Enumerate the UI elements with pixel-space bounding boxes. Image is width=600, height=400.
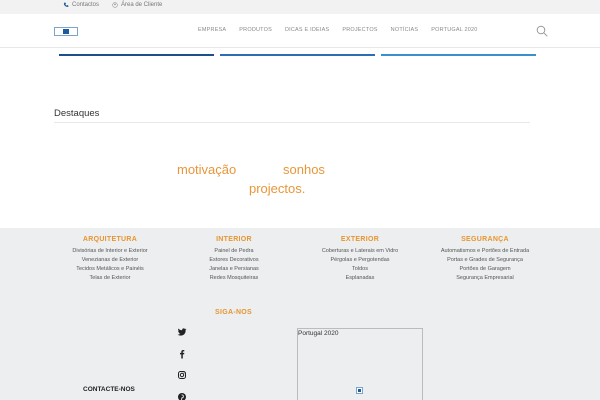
main-nav: EMPRESA PRODUTOS DICAS E IDEIAS PROJECTO…: [198, 27, 491, 33]
site-footer: ARQUITETURA Divisórias de Interior e Ext…: [0, 228, 600, 400]
feature-bar-2[interactable]: [220, 54, 375, 56]
contact-us-title: CONTACTE-NOS: [83, 386, 135, 393]
nav-item-portugal-2020[interactable]: PORTUGAL 2020: [431, 27, 477, 33]
search-icon[interactable]: [536, 25, 548, 37]
broken-image-icon: [63, 29, 69, 34]
contacts-link[interactable]: Contactos: [63, 2, 99, 8]
footer-link[interactable]: Portas e Grades de Segurança: [410, 256, 560, 265]
nav-item-dicas-e-ideias[interactable]: DICAS E IDEIAS: [285, 27, 329, 33]
slogan-word-sonhos: sonhos: [283, 162, 325, 177]
top-bar: Contactos Área de Cliente: [0, 0, 600, 14]
broken-image-icon: [356, 387, 363, 394]
feature-bars: [0, 54, 600, 57]
user-icon: [112, 2, 118, 8]
twitter-icon[interactable]: [177, 327, 187, 337]
footer-link[interactable]: Automatismos e Portões de Entrada: [410, 247, 560, 256]
pinterest-icon[interactable]: [177, 392, 187, 400]
contacts-link-label: Contactos: [72, 2, 100, 8]
client-area-link[interactable]: Área de Cliente: [112, 2, 162, 8]
portugal-2020-widget[interactable]: Portugal 2020: [297, 328, 423, 400]
phone-icon: [63, 2, 69, 7]
slogan-word-projectos: projectos.: [249, 181, 306, 196]
footer-link[interactable]: Portões de Garagem: [410, 265, 560, 274]
footer-link[interactable]: Segurança Empresarial: [410, 274, 560, 283]
facebook-icon[interactable]: [177, 349, 187, 359]
portugal-2020-label: Portugal 2020: [298, 330, 339, 337]
feature-bar-1[interactable]: [59, 54, 214, 56]
footer-column-seguranca: SEGURANÇA Automatismos e Portões de Entr…: [410, 236, 560, 283]
instagram-icon[interactable]: [177, 370, 187, 380]
highlights-divider: [54, 122, 530, 123]
footer-column-title: SEGURANÇA: [461, 236, 509, 243]
slogan-word-motivacao: motivação: [177, 162, 237, 177]
nav-item-empresa[interactable]: EMPRESA: [198, 27, 226, 33]
nav-item-produtos[interactable]: PRODUTOS: [239, 27, 272, 33]
client-area-link-label: Área de Cliente: [121, 2, 163, 8]
site-logo[interactable]: [54, 27, 78, 36]
highlights-title: Destaques: [54, 108, 100, 119]
nav-item-noticias[interactable]: NOTÍCIAS: [391, 27, 419, 33]
site-header: EMPRESA PRODUTOS DICAS E IDEIAS PROJECTO…: [0, 14, 600, 48]
nav-item-projectos[interactable]: PROJECTOS: [342, 27, 377, 33]
follow-us-title: SIGA-NOS: [215, 309, 253, 316]
feature-bar-3[interactable]: [381, 54, 536, 56]
